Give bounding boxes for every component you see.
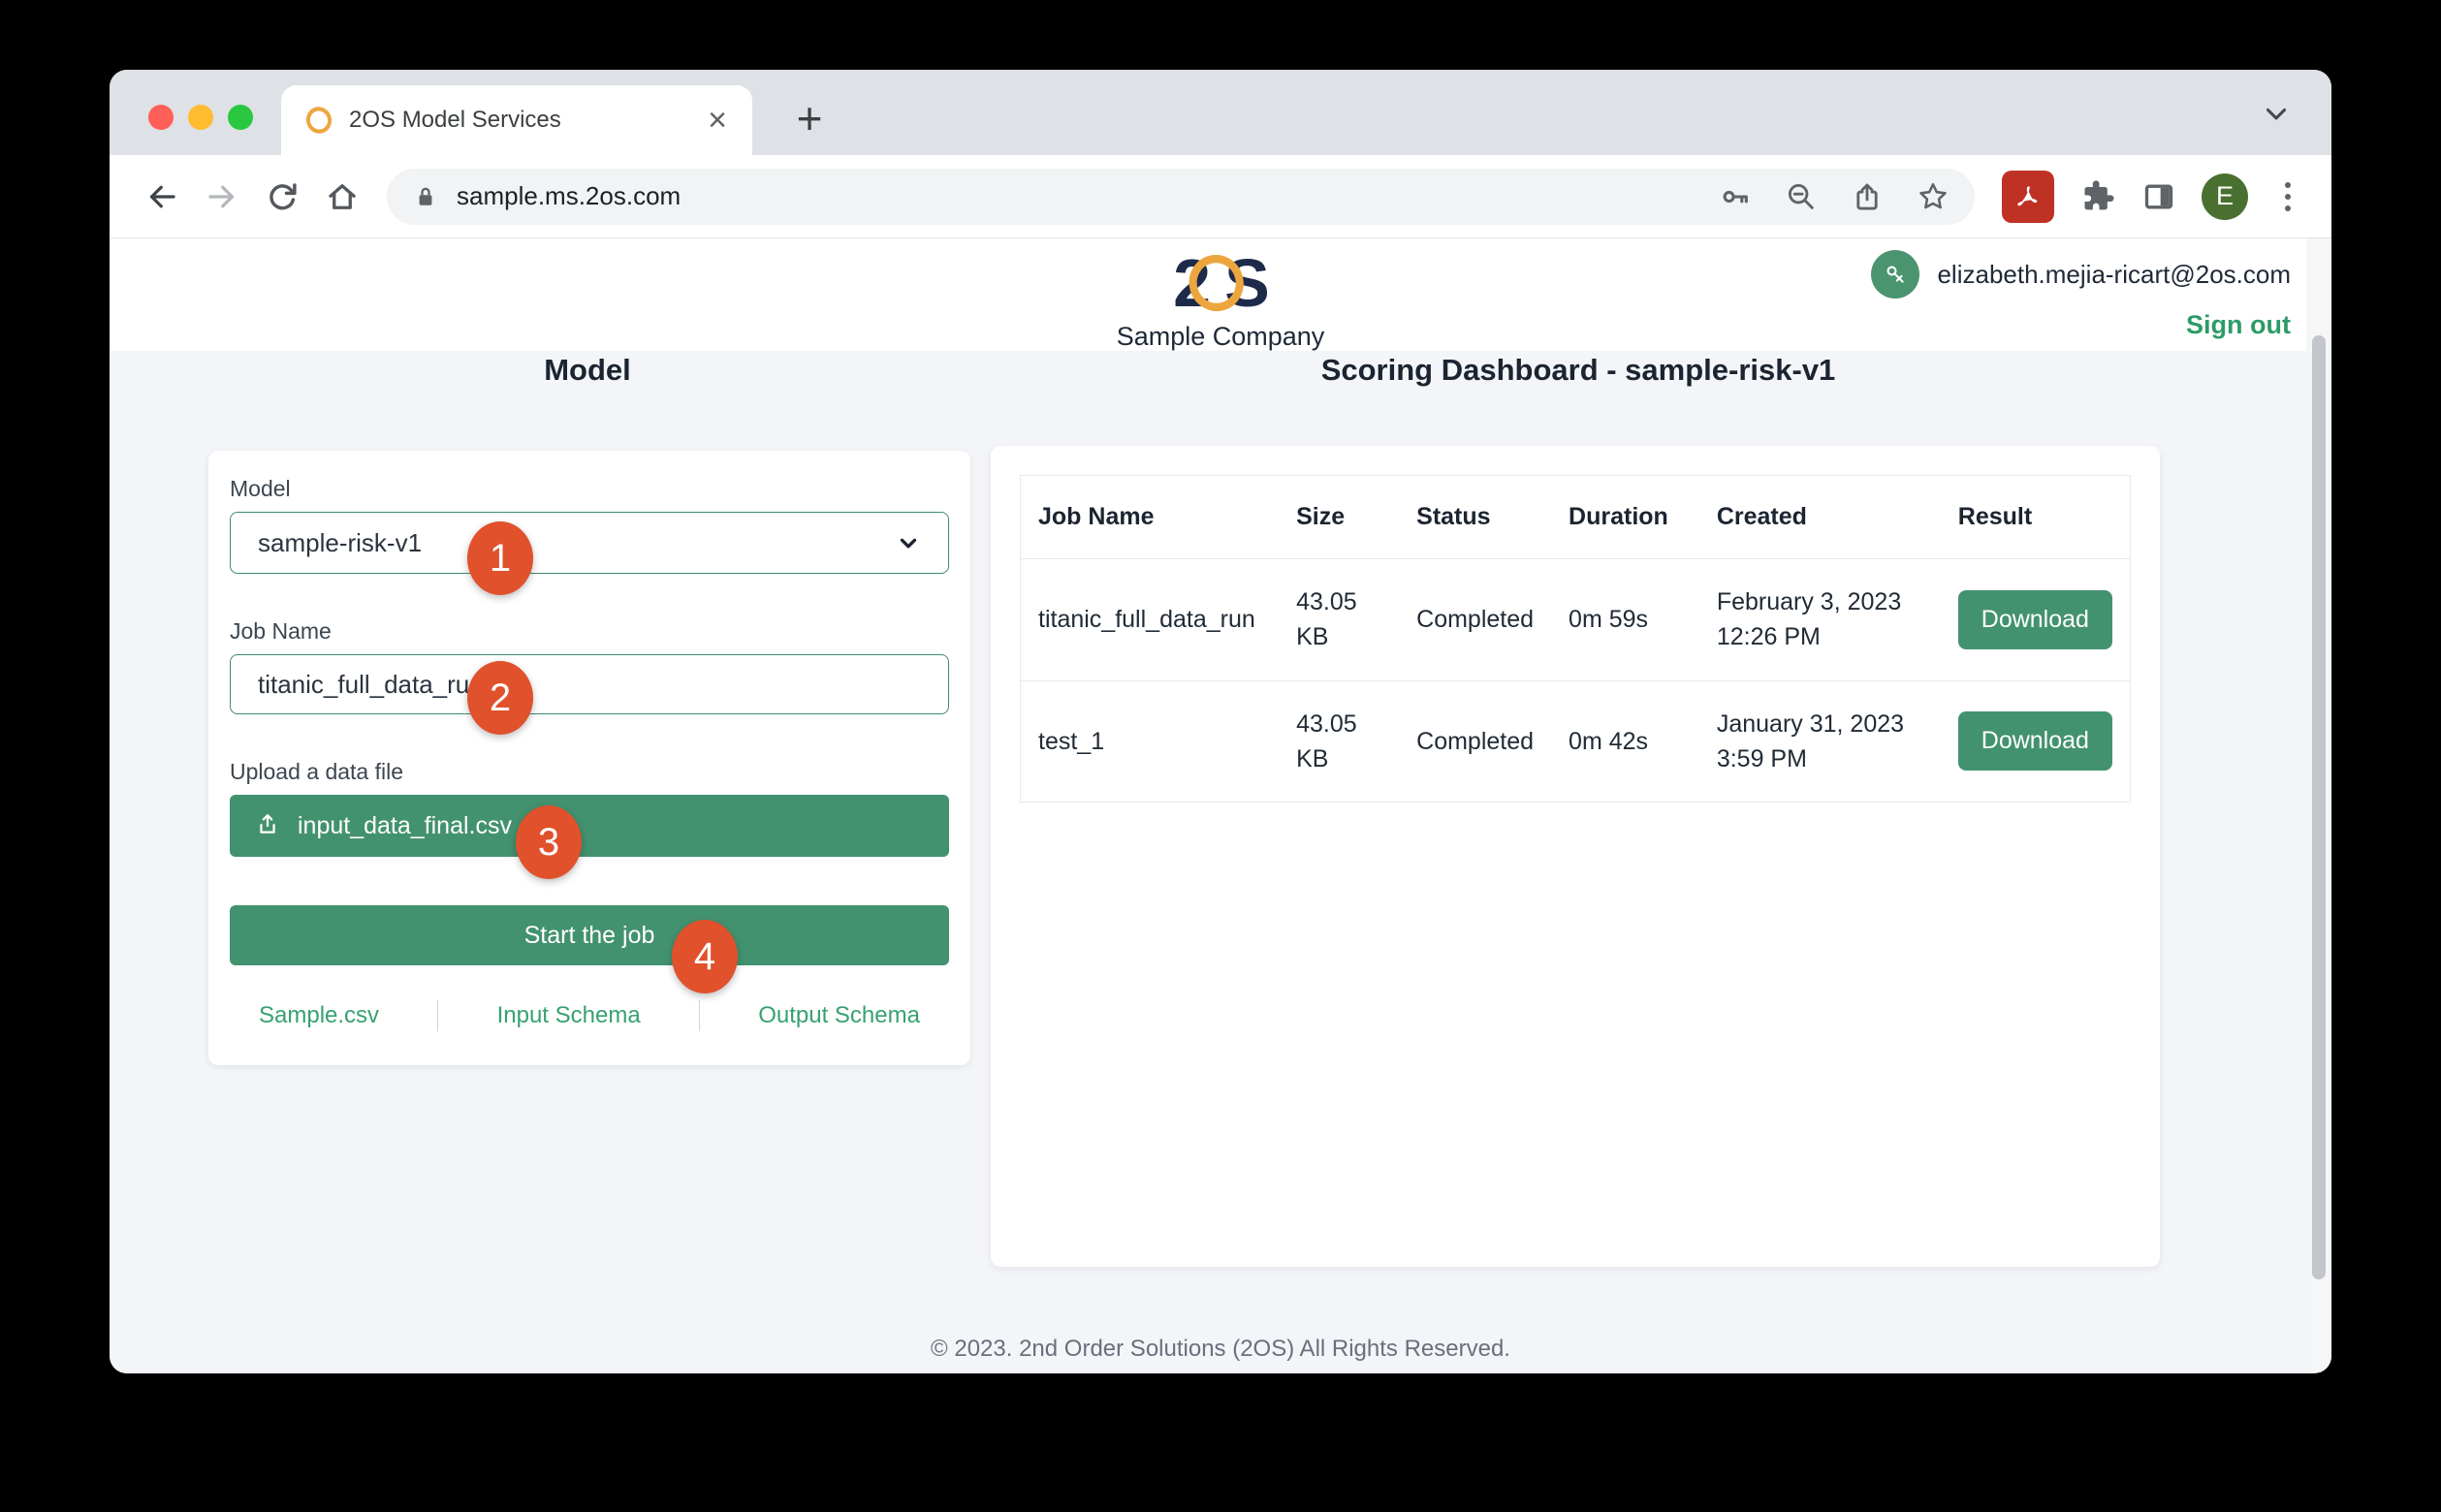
- page-scrollbar-track[interactable]: [2306, 238, 2331, 1372]
- link-divider: [698, 1000, 700, 1031]
- site-header: 2 S Sample Company elizabeth.mejia-ricar…: [110, 238, 2331, 351]
- cell-status: Completed: [1399, 558, 1552, 681]
- web-page: 2 S Sample Company elizabeth.mejia-ricar…: [110, 238, 2331, 1372]
- upload-file-button[interactable]: input_data_final.csv: [230, 795, 949, 857]
- col-duration: Duration: [1551, 475, 1699, 559]
- col-created: Created: [1698, 475, 1941, 559]
- col-result: Result: [1940, 475, 2131, 559]
- address-bar[interactable]: sample.ms.2os.com: [387, 168, 1975, 225]
- tab-close-icon[interactable]: ×: [708, 104, 727, 137]
- search-tabs-chevron-icon[interactable]: [2260, 97, 2293, 130]
- link-divider: [437, 1000, 439, 1031]
- site-logo: 2 S Sample Company: [1117, 244, 1325, 352]
- reload-icon[interactable]: [257, 172, 307, 222]
- url-text[interactable]: sample.ms.2os.com: [457, 181, 1701, 211]
- table-row: test_1 43.05 KB Completed 0m 42s January…: [1020, 680, 2131, 803]
- cell-job-name: test_1: [1020, 680, 1280, 803]
- col-status: Status: [1399, 475, 1552, 559]
- zoom-out-icon[interactable]: [1785, 180, 1818, 213]
- model-select-label: Model: [230, 476, 291, 501]
- forward-icon[interactable]: [197, 172, 247, 222]
- annotation-badge-3: 3: [516, 805, 582, 879]
- pdf-extension-icon[interactable]: [2002, 170, 2054, 223]
- omnibox-actions: [1719, 180, 1950, 213]
- download-button[interactable]: Download: [1957, 711, 2112, 772]
- panel-links: Sample.csv Input Schema Output Schema: [230, 1000, 949, 1031]
- cell-duration: 0m 42s: [1551, 680, 1699, 803]
- user-email: elizabeth.mejia-ricart@2os.com: [1937, 259, 2291, 289]
- upload-file-name: input_data_final.csv: [298, 811, 512, 839]
- page-scrollbar-thumb[interactable]: [2312, 335, 2326, 1279]
- active-tab[interactable]: 2OS Model Services ×: [281, 85, 752, 155]
- minimize-window-button[interactable]: [188, 105, 213, 130]
- table-row: titanic_full_data_run 43.05 KB Completed…: [1020, 558, 2131, 681]
- job-name-label: Job Name: [230, 618, 332, 644]
- model-select[interactable]: sample-risk-v1: [230, 512, 949, 574]
- lock-icon[interactable]: [412, 183, 439, 210]
- cell-created: January 31, 2023 3:59 PM: [1698, 680, 1941, 803]
- tab-title: 2OS Model Services: [349, 107, 561, 133]
- download-button[interactable]: Download: [1957, 589, 2112, 649]
- share-icon[interactable]: [1851, 180, 1884, 213]
- side-panel-icon[interactable]: [2140, 177, 2178, 216]
- cell-duration: 0m 59s: [1551, 558, 1699, 681]
- traffic-lights: [148, 105, 253, 130]
- tab-strip: 2OS Model Services × +: [110, 70, 2331, 155]
- tab-favicon-icon: [302, 103, 335, 138]
- browser-toolbar: sample.ms.2os.com E: [110, 155, 2331, 238]
- col-size: Size: [1279, 475, 1400, 559]
- cell-created: February 3, 2023 12:26 PM: [1698, 558, 1941, 681]
- annotation-badge-1: 1: [467, 521, 533, 595]
- new-tab-button[interactable]: +: [782, 91, 837, 145]
- home-icon[interactable]: [317, 172, 367, 222]
- extensions-puzzle-icon[interactable]: [2077, 177, 2116, 216]
- close-window-button[interactable]: [148, 105, 174, 130]
- company-name: Sample Company: [1116, 322, 1325, 351]
- annotation-badge-2: 2: [467, 661, 533, 735]
- screenshot-stage: 2OS Model Services × + sample.ms.2os.com…: [0, 0, 2441, 1512]
- browser-menu-kebab-icon[interactable]: [2271, 181, 2304, 211]
- back-icon[interactable]: [137, 172, 187, 222]
- browser-profile-avatar[interactable]: E: [2202, 173, 2248, 220]
- cell-status: Completed: [1399, 680, 1552, 803]
- input-schema-link[interactable]: Input Schema: [497, 1002, 641, 1029]
- start-job-button[interactable]: Start the job: [230, 905, 949, 965]
- extension-area: E: [2002, 170, 2304, 223]
- account-key-avatar-icon: [1871, 250, 1920, 299]
- chevron-down-icon: [900, 538, 917, 549]
- upload-icon: [260, 814, 275, 834]
- upload-label: Upload a data file: [230, 759, 404, 784]
- browser-window: 2OS Model Services × + sample.ms.2os.com…: [110, 70, 2331, 1373]
- model-select-value: sample-risk-v1: [258, 527, 423, 557]
- sign-out-link[interactable]: Sign out: [2186, 310, 2291, 340]
- cell-size: 43.05 KB: [1279, 680, 1400, 803]
- col-job-name: Job Name: [1020, 475, 1280, 559]
- cell-size: 43.05 KB: [1279, 558, 1400, 681]
- footer-copyright: © 2023. 2nd Order Solutions (2OS) All Ri…: [931, 1336, 1510, 1362]
- cell-job-name: titanic_full_data_run: [1020, 558, 1280, 681]
- output-schema-link[interactable]: Output Schema: [758, 1002, 920, 1029]
- annotation-badge-4: 4: [672, 920, 738, 993]
- zoom-window-button[interactable]: [228, 105, 253, 130]
- table-header-row: Job Name Size Status Duration Created Re…: [1020, 475, 2131, 559]
- jobs-table: Job Name Size Status Duration Created Re…: [1020, 475, 2131, 803]
- job-name-input[interactable]: titanic_full_data_run2: [230, 654, 949, 714]
- account-area: elizabeth.mejia-ricart@2os.com Sign out: [1871, 250, 2291, 340]
- sample-csv-link[interactable]: Sample.csv: [259, 1002, 379, 1029]
- dashboard-section-title: Scoring Dashboard - sample-risk-v1: [1320, 353, 1836, 387]
- bookmark-star-icon[interactable]: [1917, 180, 1950, 213]
- scoring-dashboard-card: Job Name Size Status Duration Created Re…: [991, 446, 2160, 1267]
- job-name-value: titanic_full_data_run2: [258, 669, 498, 699]
- model-form-card: Model sample-risk-v1 Job Name titanic_fu…: [208, 451, 970, 1065]
- password-key-icon[interactable]: [1719, 180, 1752, 213]
- model-section-title: Model: [544, 353, 631, 387]
